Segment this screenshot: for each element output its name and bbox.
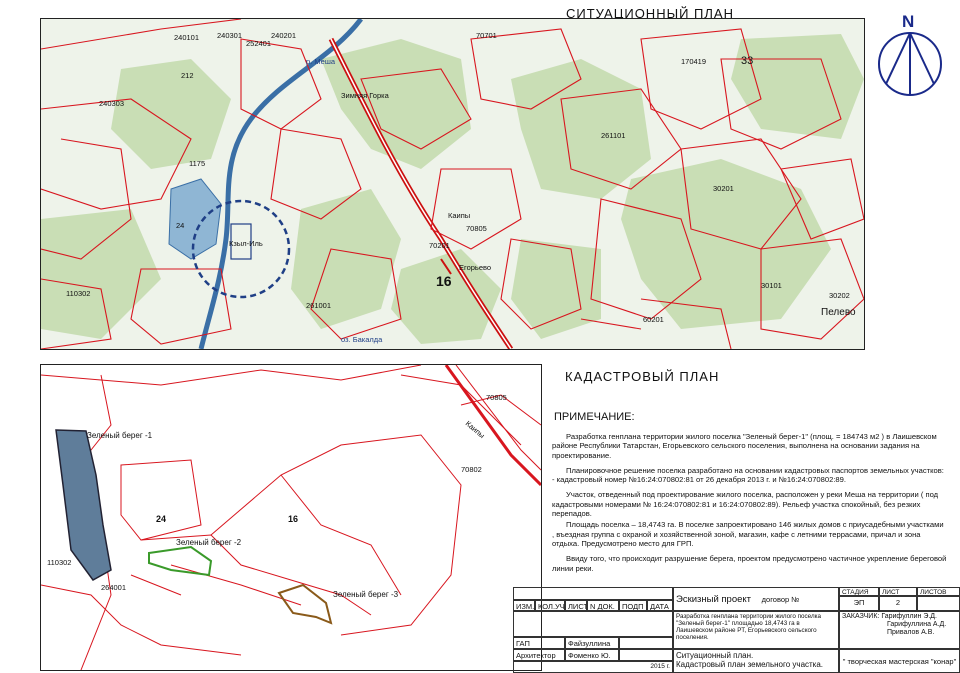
tb-arch-role: Архитектор [513,649,565,661]
tb-h-stadiya: СТАДИЯ [839,587,879,596]
note-p5: Ввиду того, что происходит разрушение бе… [552,554,947,573]
notes-body: Разработка генплана территории жилого по… [552,432,947,579]
label-egorevo: Егорьево [459,263,492,272]
tb-sheet-title: Ситуационный план. Кадастровый план земе… [673,649,839,673]
label-70701: 70701 [476,31,497,40]
tb-customer: ЗАКАЗЧИК: Гарифуллин Э.Д. Гарифуллина А.… [839,611,960,649]
tb-h-listov: ЛИСТОВ [917,587,960,596]
label-30101: 30101 [761,281,782,290]
label-240301: 240301 [217,31,243,40]
label-16: 16 [288,514,299,524]
tb-arch-name: Фоменко Ю. [565,649,619,661]
label-252401: 252401 [246,39,272,48]
label-60201: 60201 [643,315,664,324]
label-240201: 240201 [271,31,297,40]
tb-project: Эскизный проект договор № [673,587,839,611]
situational-map[interactable]: 240101 240301 252401 240201 р. Меша Зимн… [40,18,865,350]
tb-h-kol: КОЛ.УЧ [535,600,565,611]
plot-zeleny-bereg-3 [277,583,333,625]
note-p1: Разработка генплана территории жилого по… [552,432,937,460]
label-212: 212 [181,71,194,80]
notes-heading: ПРИМЕЧАНИЕ: [554,411,635,423]
tb-stadiya: ЭП [839,596,879,611]
label-24: 24 [156,514,167,524]
label-bereg-3: Зеленый берег -3 [333,590,399,599]
cadastral-plan-title: КАДАСТРОВЫЙ ПЛАН [565,369,720,384]
label-110302: 110302 [66,289,91,298]
tb-h-ndok: N ДОК. [587,600,619,611]
label-30202: 30202 [829,291,850,300]
label-70805: 70805 [486,393,507,402]
label-river: р. Меша [306,57,336,66]
tb-gap-name: Файзуллина Г. [565,637,619,649]
tb-list: 2 [879,596,917,611]
tb-studio: " творческая мастерская "конар" [839,649,960,673]
label-24: 24 [176,221,185,230]
label-bakalda: оз. Бакалда [341,335,383,344]
north-arrow-icon [878,32,942,96]
label-30201: 30201 [713,184,734,193]
label-kaipy: Каипы [448,211,471,220]
label-70802: 70802 [461,465,482,474]
tb-h-list: ЛИСТ [565,600,587,611]
label-261101: 261101 [601,131,626,140]
note-p2: Планировочное решение поселка разработан… [552,465,944,485]
plot-zeleny-bereg-2 [148,545,213,577]
label-240303: 240303 [99,99,125,108]
label-1175: 1175 [189,159,206,168]
label-road-16: 16 [436,273,452,289]
label-261001: 261001 [306,301,332,310]
lake [168,178,222,260]
tb-h-podp: ПОДП [619,600,647,611]
note-p4: Площадь поселка – 18,4743 га. В поселке … [552,520,944,548]
label-70805: 70805 [466,224,487,233]
tb-h-data: ДАТА [647,600,673,611]
label-zimnyaya-gorka: Зимняя Горка [341,91,389,100]
tb-year: 2015 г. [513,661,673,673]
label-70201: 70201 [429,241,450,250]
tb-h-izm: ИЗМ. [513,600,535,611]
label-kyzyl-il: Кзыл-Иль [229,239,263,248]
title-block: ИЗМ. КОЛ.УЧ ЛИСТ N ДОК. ПОДП ДАТА Эскизн… [513,587,960,673]
label-264001: 264001 [101,583,127,592]
cadastral-map[interactable]: Зеленый берег -1 Зеленый берег -2 Зелены… [40,364,542,671]
situational-map-canvas [41,19,864,349]
label-33: 33 [741,55,754,67]
tb-description: Разработка генплана территории жилого по… [673,611,839,649]
label-bereg-1: Зеленый берег -1 [87,431,153,440]
note-p3: Участок, отведенный под проектирование ж… [552,490,939,519]
forest-areas [41,34,864,344]
label-110302: 110302 [47,558,72,567]
tb-h-list2: ЛИСТ [879,587,917,596]
label-170419: 170419 [681,57,707,66]
label-pelevo: Пелево [821,307,856,318]
tb-gap-role: ГАП [513,637,565,649]
label-bereg-2: Зеленый берег -2 [176,538,242,547]
label-240101: 240101 [174,33,200,42]
